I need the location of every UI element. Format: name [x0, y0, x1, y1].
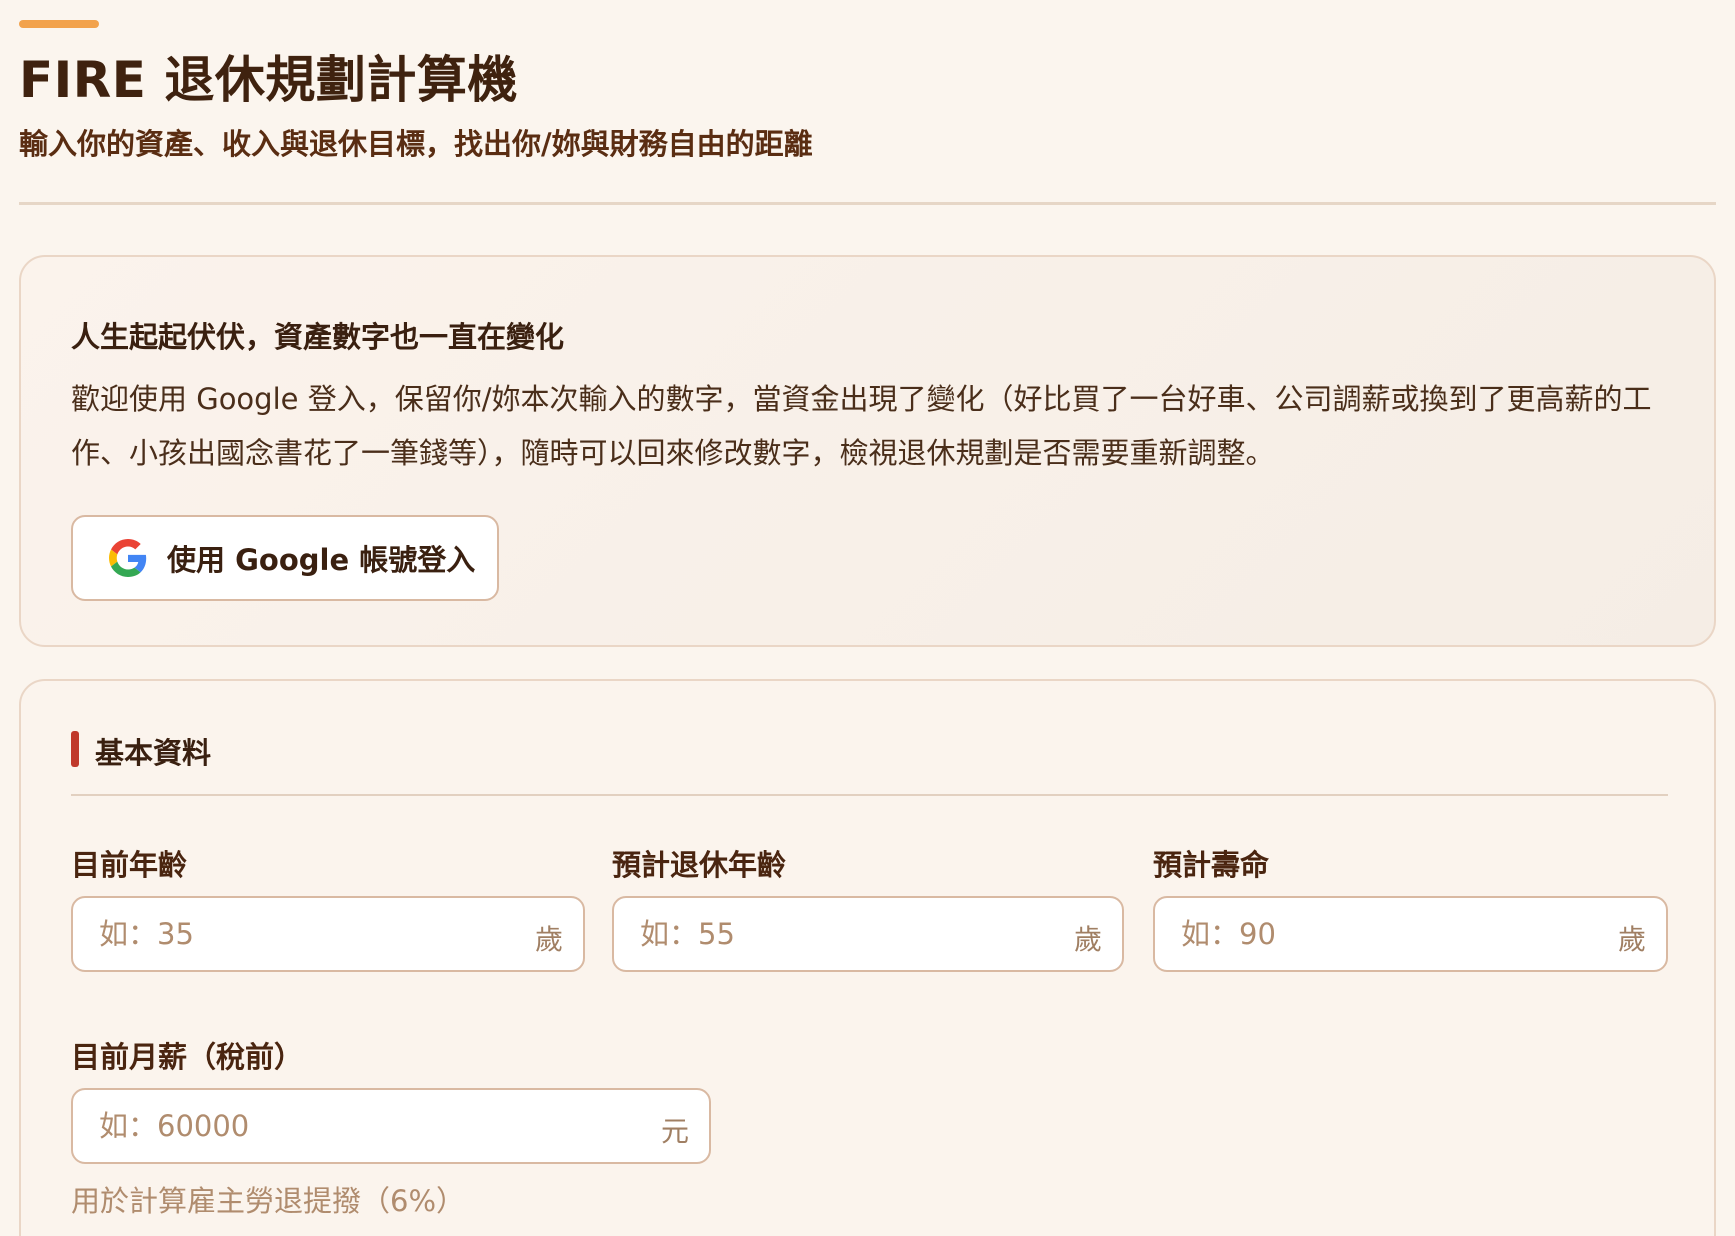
retire-age-unit: 歲	[1073, 923, 1102, 956]
login-card-heading: 人生起起伏伏，資產數字也一直在變化	[71, 320, 565, 354]
life-expectancy-input[interactable]	[1179, 898, 1588, 970]
section-divider	[71, 794, 1668, 796]
life-expectancy-label: 預計壽命	[1153, 848, 1270, 882]
monthly-salary-unit: 元	[660, 1115, 689, 1148]
monthly-salary-hint: 用於計算雇主勞退提撥（6%）	[71, 1184, 466, 1218]
page-subtitle: 輸入你的資產、收入與退休目標，找出你/妳與財務自由的距離	[19, 127, 813, 161]
title-accent-bar	[19, 20, 99, 28]
header-divider	[19, 202, 1716, 205]
monthly-salary-field: 元	[71, 1088, 711, 1164]
basic-info-card: 基本資料 目前年齡 歲 預計退休年齡 歲 預計壽命 歲 目前月薪（稅前） 元 用…	[19, 679, 1716, 1236]
google-logo-icon	[109, 539, 147, 577]
life-expectancy-field: 歲	[1153, 896, 1668, 972]
login-card-description: 歡迎使用 Google 登入，保留你/妳本次輸入的數字，當資金出現了變化（好比買…	[71, 382, 1652, 470]
retire-age-field: 歲	[612, 896, 1124, 972]
current-age-label: 目前年齡	[71, 848, 188, 882]
google-login-button-label: 使用 Google 帳號登入	[167, 543, 476, 577]
current-age-field: 歲	[71, 896, 585, 972]
current-age-unit: 歲	[534, 923, 563, 956]
page-title: FIRE 退休規劃計算機	[19, 51, 518, 109]
page: FIRE 退休規劃計算機 輸入你的資產、收入與退休目標，找出你/妳與財務自由的距…	[0, 0, 1735, 1236]
retire-age-label: 預計退休年齡	[612, 848, 787, 882]
monthly-salary-label: 目前月薪（稅前）	[71, 1040, 304, 1074]
login-card: 人生起起伏伏，資產數字也一直在變化 歡迎使用 Google 登入，保留你/妳本次…	[19, 255, 1716, 647]
retire-age-input[interactable]	[638, 898, 1045, 970]
life-expectancy-unit: 歲	[1617, 923, 1646, 956]
current-age-input[interactable]	[97, 898, 505, 970]
section-marker	[71, 731, 79, 767]
google-login-button[interactable]: 使用 Google 帳號登入	[71, 515, 499, 601]
monthly-salary-input[interactable]	[97, 1090, 606, 1162]
section-title: 基本資料	[95, 736, 212, 770]
